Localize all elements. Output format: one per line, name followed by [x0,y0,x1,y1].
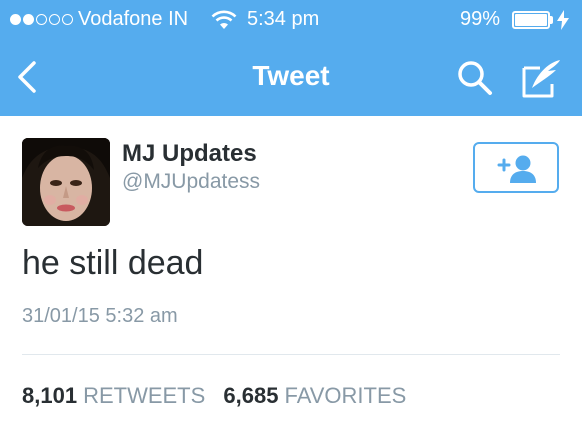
tweet-timestamp: 31/01/15 5:32 am [22,305,178,327]
favorites-label: FAVORITES [284,383,407,408]
status-time: 5:34 pm [247,8,320,30]
divider [22,354,560,355]
follow-button[interactable] [473,142,559,193]
retweets-count: 8,101 [22,383,78,408]
wifi-icon [211,10,237,29]
signal-dots-icon [10,14,73,25]
tweet-stats: 8,101 RETWEETS 6,685 FAVORITES [22,383,406,409]
battery-percent: 99% [460,8,501,30]
avatar[interactable] [22,138,110,226]
charging-bolt-icon [557,10,569,30]
retweets-stat[interactable]: 8,101 RETWEETS [22,383,205,408]
status-bar: Vodafone IN 5:34 pm 99% [0,0,582,40]
battery-nub [550,16,553,24]
display-name[interactable]: MJ Updates [122,140,257,168]
retweets-label: RETWEETS [83,383,206,408]
search-icon[interactable] [455,58,495,98]
carrier-name: Vodafone IN [78,8,189,30]
battery-icon [512,11,550,29]
favorites-stat[interactable]: 6,685 FAVORITES [223,383,406,408]
battery-fill [515,14,547,26]
user-handle[interactable]: @MJUpdatess [122,170,260,194]
compose-icon[interactable] [520,56,564,100]
tweet-text: he still dead [22,244,204,282]
top-bar: Vodafone IN 5:34 pm 99% Tweet [0,0,582,116]
follow-user-icon [497,155,536,183]
avatar-image [22,138,110,226]
favorites-count: 6,685 [223,383,279,408]
